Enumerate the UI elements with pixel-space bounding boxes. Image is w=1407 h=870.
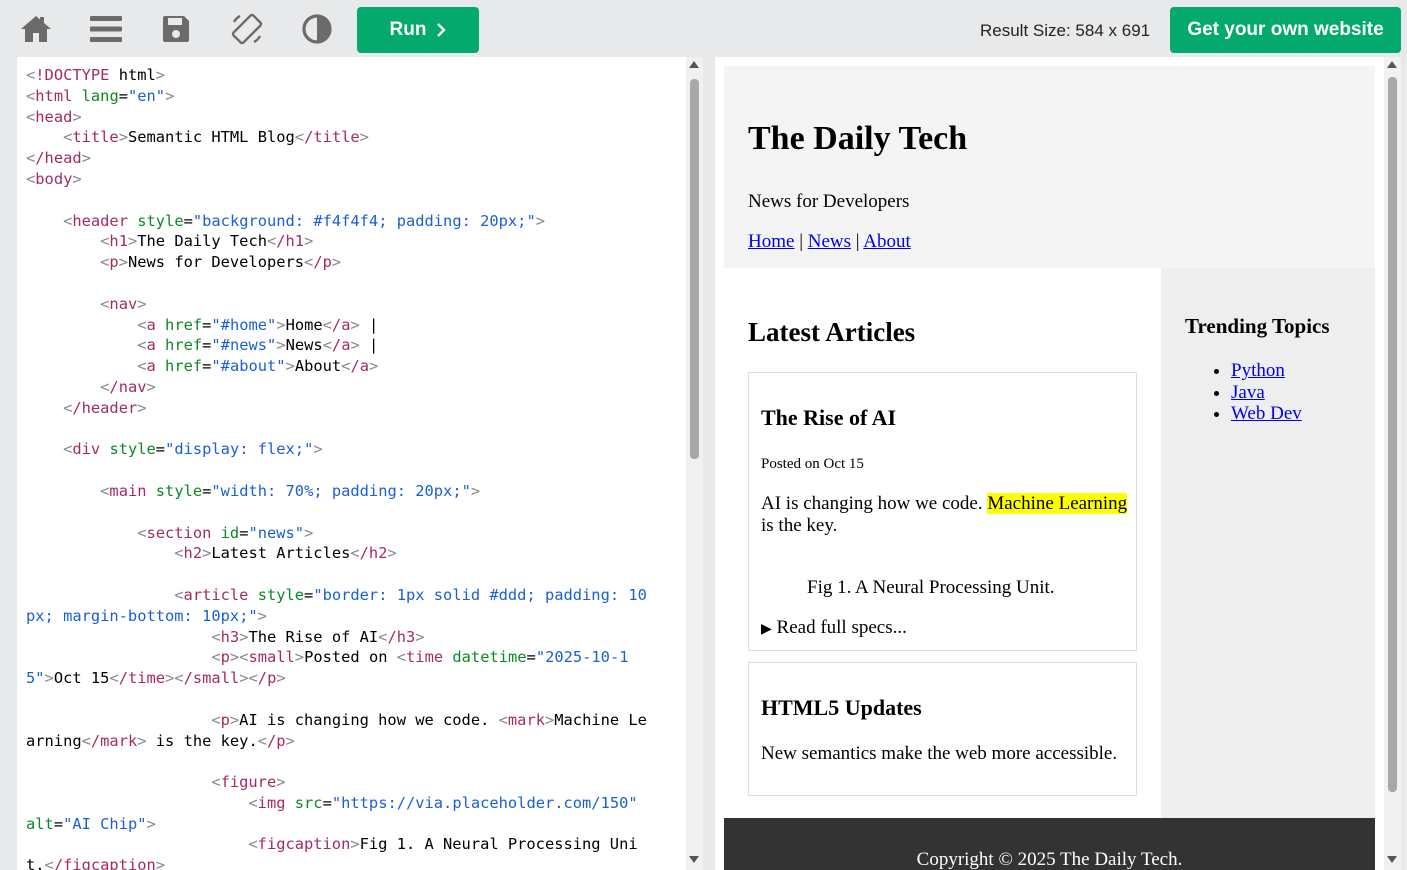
- run-button-label: Run: [389, 19, 427, 40]
- article-card: HTML5 Updates New semantics make the web…: [748, 662, 1137, 796]
- article-card: The Rise of AI Posted on Oct 15 AI is ch…: [748, 372, 1137, 651]
- code-line[interactable]: ​: [26, 190, 656, 211]
- site-aside: Trending Topics Python Java Web Dev: [1161, 268, 1375, 818]
- site-subtitle: News for Developers: [748, 191, 910, 212]
- code-line[interactable]: </nav>: [26, 377, 656, 398]
- run-button[interactable]: Run: [357, 7, 479, 53]
- site-header: The Daily Tech News for Developers Home …: [724, 66, 1375, 268]
- article-title: HTML5 Updates: [761, 695, 922, 720]
- scroll-up-icon[interactable]: [1387, 61, 1397, 68]
- code-line[interactable]: <p>AI is changing how we code. <mark>Mac…: [26, 710, 656, 752]
- code-line[interactable]: <a href="#home">Home</a> |: [26, 315, 656, 336]
- code-line[interactable]: ​: [26, 502, 656, 523]
- code-line[interactable]: <div style="display: flex;">: [26, 439, 656, 460]
- article-text: New semantics make the web more accessib…: [761, 743, 1118, 764]
- aside-title: Trending Topics: [1185, 314, 1330, 338]
- toolbar: Run Result Size: 584 x 691 Get your own …: [0, 0, 1407, 56]
- code-line[interactable]: ​: [26, 751, 656, 772]
- code-line[interactable]: ​: [26, 419, 656, 440]
- code-content[interactable]: <!DOCTYPE html> <html lang="en"> <head> <t…: [26, 65, 656, 870]
- code-line[interactable]: <p><small>Posted on <time datetime="2025…: [26, 647, 656, 689]
- code-line[interactable]: <head>: [26, 107, 656, 128]
- result-size-label: Result Size: 584 x 691: [980, 21, 1151, 40]
- code-line[interactable]: ​: [26, 689, 656, 710]
- list-item: Web Dev: [1231, 403, 1302, 425]
- figure-caption: Fig 1. A Neural Processing Unit.: [807, 577, 1055, 598]
- nav-link-about[interactable]: About: [863, 231, 911, 252]
- site-nav: Home | News | About: [748, 231, 911, 253]
- get-own-website-button[interactable]: Get your own website: [1170, 7, 1401, 53]
- code-line[interactable]: <h2>Latest Articles</h2>: [26, 543, 656, 564]
- trending-link-java[interactable]: Java: [1231, 382, 1265, 403]
- list-item: Java: [1231, 382, 1302, 404]
- code-line[interactable]: <h3>The Rise of AI</h3>: [26, 627, 656, 648]
- site-title: The Daily Tech: [748, 120, 968, 157]
- code-line[interactable]: <html lang="en">: [26, 86, 656, 107]
- code-line[interactable]: <body>: [26, 169, 656, 190]
- article-text: AI is changing how we code. Machine Lear…: [761, 493, 1131, 537]
- code-line[interactable]: <img src="https://via.placeholder.com/15…: [26, 793, 656, 835]
- article-title: The Rise of AI: [761, 405, 897, 430]
- code-line[interactable]: <title>Semantic HTML Blog</title>: [26, 127, 656, 148]
- code-line[interactable]: <!DOCTYPE html>: [26, 65, 656, 86]
- code-line[interactable]: ​: [26, 564, 656, 585]
- trending-link-python[interactable]: Python: [1231, 360, 1285, 381]
- scroll-down-icon[interactable]: [689, 856, 699, 863]
- scroll-up-icon[interactable]: [689, 61, 699, 68]
- article-text-end: is the key.: [761, 515, 838, 536]
- article-text-start: AI is changing how we code.: [761, 493, 988, 514]
- nav-link-home[interactable]: Home: [748, 231, 794, 252]
- code-line[interactable]: ​: [26, 460, 656, 481]
- highlight-mark: Machine Learning: [987, 493, 1128, 514]
- code-editor[interactable]: <!DOCTYPE html> <html lang="en"> <head> <t…: [17, 57, 686, 870]
- nav-link-news[interactable]: News: [808, 231, 851, 252]
- code-line[interactable]: </header>: [26, 398, 656, 419]
- code-line[interactable]: <h1>The Daily Tech</h1>: [26, 231, 656, 252]
- code-line[interactable]: <figcaption>Fig 1. A Neural Processing U…: [26, 834, 656, 870]
- code-line[interactable]: <p>News for Developers</p>: [26, 252, 656, 273]
- trending-list: Python Java Web Dev: [1231, 360, 1302, 425]
- disclosure-triangle-icon: ▶: [761, 622, 772, 637]
- code-line[interactable]: </head>: [26, 148, 656, 169]
- code-line[interactable]: <section id="news">: [26, 523, 656, 544]
- result-scroll-thumb[interactable]: [1388, 77, 1397, 792]
- code-line[interactable]: ​: [26, 273, 656, 294]
- footer-text: Copyright © 2025 The Daily Tech.: [916, 849, 1183, 870]
- nav-separator: |: [799, 231, 803, 252]
- scroll-down-icon[interactable]: [1387, 856, 1397, 863]
- section-title: Latest Articles: [748, 317, 916, 347]
- rotate-icon[interactable]: [227, 9, 267, 49]
- menu-icon[interactable]: [86, 9, 126, 49]
- home-icon[interactable]: [16, 9, 56, 49]
- trending-link-webdev[interactable]: Web Dev: [1231, 403, 1302, 424]
- site-footer: Copyright © 2025 The Daily Tech.: [724, 818, 1375, 870]
- editor-scroll-thumb[interactable]: [690, 79, 699, 459]
- code-line[interactable]: <nav>: [26, 294, 656, 315]
- details-summary[interactable]: ▶ Read full specs...: [761, 617, 907, 639]
- list-item: Python: [1231, 360, 1302, 382]
- code-line[interactable]: <header style="background: #f4f4f4; padd…: [26, 211, 656, 232]
- code-line[interactable]: <a href="#news">News</a> |: [26, 335, 656, 356]
- site-main: Latest Articles The Rise of AI Posted on…: [724, 268, 1161, 818]
- editor-scrollbar[interactable]: [686, 57, 703, 870]
- contrast-icon[interactable]: [297, 9, 337, 49]
- article-posted: Posted on Oct 15: [761, 456, 864, 472]
- nav-separator: |: [855, 231, 860, 252]
- code-line[interactable]: <main style="width: 70%; padding: 20px;"…: [26, 481, 656, 502]
- details-summary-label: Read full specs...: [776, 617, 907, 638]
- code-line[interactable]: <article style="border: 1px solid #ddd; …: [26, 585, 656, 627]
- result-scrollbar[interactable]: [1384, 57, 1401, 870]
- code-line[interactable]: <a href="#about">About</a>: [26, 356, 656, 377]
- save-icon[interactable]: [156, 9, 196, 49]
- code-line[interactable]: <figure>: [26, 772, 656, 793]
- chevron-right-icon: [437, 23, 447, 37]
- result-preview: The Daily Tech News for Developers Home …: [715, 57, 1384, 870]
